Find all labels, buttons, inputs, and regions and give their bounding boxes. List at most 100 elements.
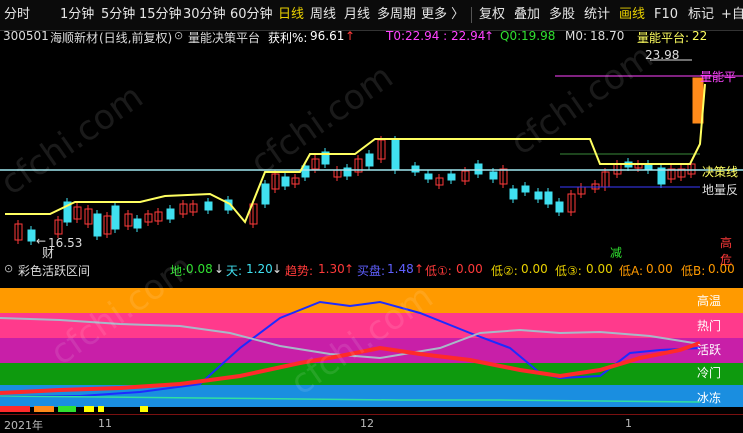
profit-up-arrow-icon: ↑ bbox=[345, 29, 356, 43]
toolbar-stats-button[interactable]: 统计 bbox=[584, 0, 610, 30]
decision-line-label: 决策线 bbox=[702, 165, 739, 179]
trend-label: 趋势: bbox=[285, 264, 314, 278]
band-label-hot: 热门 bbox=[696, 319, 721, 333]
low3-value: 0.00 bbox=[586, 262, 613, 276]
candle-body bbox=[424, 173, 433, 180]
chart-period: (日线,前复权) bbox=[99, 31, 173, 45]
candle-body bbox=[166, 208, 175, 220]
time-label-dec: 12 bbox=[360, 417, 374, 430]
toolbar-more-button[interactable]: 更多 〉 bbox=[421, 0, 464, 30]
kline-chart[interactable] bbox=[0, 44, 743, 255]
candle-body bbox=[534, 191, 543, 200]
stock-code: 300501 bbox=[3, 29, 49, 43]
lowB-value: 0.00 bbox=[708, 262, 735, 276]
candle-body bbox=[555, 201, 564, 213]
low2-label: 低②: bbox=[491, 264, 518, 278]
signal-bar bbox=[98, 406, 104, 412]
candle-body bbox=[474, 163, 483, 175]
time-axis: 2021年 11 12 1 bbox=[0, 414, 743, 433]
tian-label: 天: bbox=[226, 264, 243, 278]
high-price-label: 23.98 bbox=[645, 48, 680, 62]
indicator-name[interactable]: 量能决策平台 bbox=[188, 29, 260, 45]
indicator-header: ⊙ 彩色活跃区间 地: 0.08 ↓ 天: 1.20 ↓ 趋势: 1.30 ↑ … bbox=[0, 259, 743, 281]
profit-label: 获利%: bbox=[268, 31, 308, 45]
toolbar-tab-15min[interactable]: 15分钟 bbox=[139, 0, 182, 30]
time-label-year: 2021年 bbox=[4, 419, 43, 432]
period-toolbar: 分时 1分钟 5分钟 15分钟 30分钟 60分钟 日线 周线 月线 多周期 更… bbox=[0, 0, 743, 31]
profit-value: 96.61 bbox=[310, 29, 345, 43]
stock-name: 海顺新材 bbox=[50, 31, 99, 45]
candle-body bbox=[411, 165, 420, 173]
signal-bar bbox=[84, 406, 94, 412]
candle-body bbox=[489, 171, 498, 180]
toolbar-custom-button[interactable]: +自 bbox=[721, 0, 743, 30]
buy-value: 1.48 bbox=[387, 262, 414, 276]
q0-value: 19.98 bbox=[521, 29, 556, 43]
t0-value: 22.94 : 22.94 bbox=[405, 29, 486, 43]
band-label-cold: 冷门 bbox=[696, 366, 721, 380]
candle-body bbox=[204, 201, 213, 211]
lowA-value: 0.00 bbox=[646, 262, 673, 276]
toolbar-tab-30min[interactable]: 30分钟 bbox=[183, 0, 226, 30]
toolbar-mark-button[interactable]: 标记 bbox=[688, 0, 714, 30]
lowB-label: 低B: bbox=[681, 264, 706, 278]
toolbar-tab-monthly[interactable]: 月线 bbox=[344, 0, 370, 30]
tian-down-arrow-icon: ↓ bbox=[272, 262, 283, 276]
candle-body bbox=[27, 229, 36, 242]
candle-body bbox=[391, 139, 400, 171]
decision-line bbox=[5, 83, 706, 224]
toolbar-overlay-button[interactable]: 叠加 bbox=[514, 0, 540, 30]
toolbar-tab-60min[interactable]: 60分钟 bbox=[230, 0, 273, 30]
di-label: 地: bbox=[170, 264, 187, 278]
toolbar-tab-1min[interactable]: 1分钟 bbox=[60, 0, 94, 30]
toolbar-divider bbox=[471, 7, 472, 23]
low2-value: 0.00 bbox=[521, 262, 548, 276]
m0-label: M0: bbox=[565, 29, 588, 43]
activity-band-chart[interactable] bbox=[0, 288, 743, 412]
lowA-label: 低A: bbox=[619, 264, 644, 278]
toolbar-tab-weekly[interactable]: 周线 bbox=[310, 0, 336, 30]
candle-body bbox=[133, 218, 142, 229]
indicator-collapse-icon[interactable]: ⊙ bbox=[174, 29, 183, 45]
platform-line-label: 量能平 bbox=[700, 70, 737, 84]
candle-body bbox=[281, 176, 290, 187]
time-label-jan: 1 bbox=[625, 417, 632, 430]
candle-body bbox=[447, 173, 456, 181]
low1-label: 低①: bbox=[425, 264, 452, 278]
t0-label: T0: bbox=[386, 29, 406, 43]
signal-bar bbox=[34, 406, 54, 412]
di-down-arrow-icon: ↓ bbox=[214, 262, 225, 276]
signal-bar bbox=[140, 406, 148, 412]
candle-body bbox=[521, 185, 530, 193]
candle-body bbox=[343, 167, 352, 177]
tian-value: 1.20 bbox=[246, 262, 273, 276]
toolbar-f10-button[interactable]: F10 bbox=[654, 0, 678, 30]
signal-bar bbox=[58, 406, 76, 412]
low-volume-label: 地量反 bbox=[702, 183, 739, 197]
trend-value: 1.30 bbox=[318, 262, 345, 276]
band-label-frozen: 冰冻 bbox=[696, 391, 721, 405]
candle-body bbox=[261, 183, 270, 205]
indicator-collapse-icon[interactable]: ⊙ bbox=[4, 262, 13, 275]
indicator-title[interactable]: 彩色活跃区间 bbox=[18, 262, 90, 279]
toolbar-tab-daily[interactable]: 日线 bbox=[278, 0, 304, 30]
signal-bar bbox=[0, 406, 30, 412]
candle-body bbox=[509, 188, 518, 200]
low3-label: 低③: bbox=[555, 264, 582, 278]
toolbar-draw-button[interactable]: 画线 bbox=[619, 0, 645, 30]
toolbar-tab-multi-period[interactable]: 多周期 bbox=[377, 0, 416, 30]
candle-body bbox=[365, 153, 374, 167]
candle-body bbox=[111, 205, 120, 230]
q0-label: Q0: bbox=[500, 29, 522, 43]
toolbar-fuquan-button[interactable]: 复权 bbox=[479, 0, 505, 30]
toolbar-tab-5min[interactable]: 5分钟 bbox=[101, 0, 135, 30]
platform-label: 量能平台: bbox=[637, 31, 690, 45]
toolbar-multi-stock-button[interactable]: 多股 bbox=[549, 0, 575, 30]
toolbar-tab-fenshi[interactable]: 分时 bbox=[4, 0, 30, 30]
buy-label: 买盘: bbox=[357, 264, 386, 278]
band-label-high: 高温 bbox=[696, 294, 721, 308]
t0-up-arrow-icon: ↑ bbox=[484, 29, 495, 43]
buy-up-arrow-icon: ↑ bbox=[414, 262, 425, 276]
band-label-active: 活跃 bbox=[696, 343, 721, 357]
low1-value: 0.00 bbox=[456, 262, 483, 276]
